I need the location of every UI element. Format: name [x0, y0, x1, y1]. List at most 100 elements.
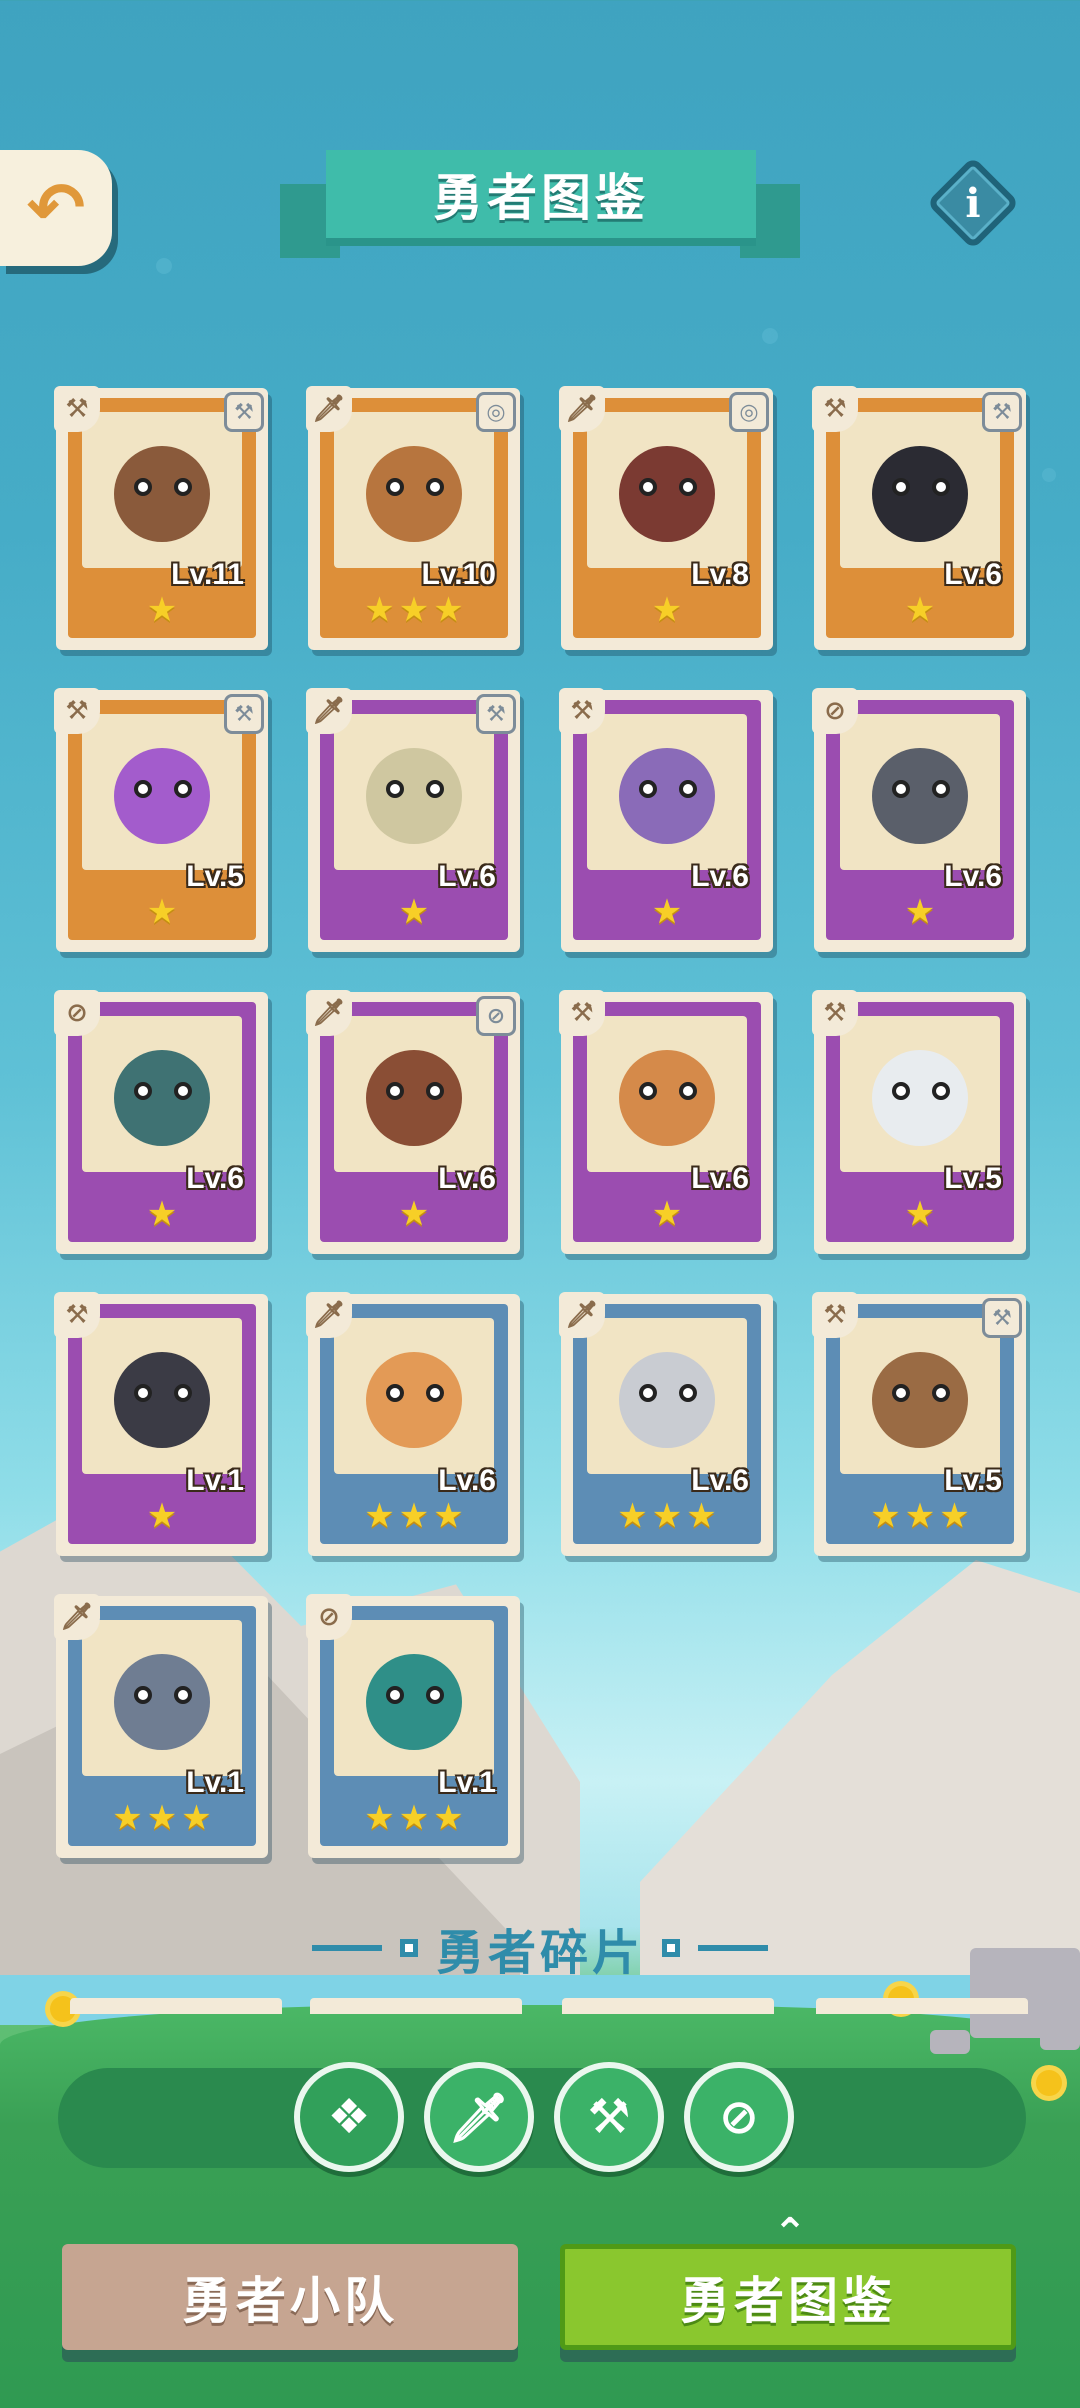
hero-card[interactable]: Lv.5 ★ ★ ★ ⚒ ⚒ — [812, 1292, 1026, 1556]
star-icon: ★ — [364, 1496, 395, 1536]
star-icon: ★ — [651, 1194, 683, 1234]
hero-level: Lv.6 — [691, 860, 749, 893]
hammer-filter-button[interactable]: ⚒ — [554, 2062, 664, 2172]
card-frame: Lv.1 ★ ★ ★ — [68, 1606, 256, 1846]
hero-card[interactable]: Lv.5 ★ ⚒ ⚒ — [54, 688, 268, 952]
tab-hero-collection[interactable]: 勇者图鉴 — [560, 2244, 1016, 2350]
info-button[interactable]: i — [926, 156, 1020, 250]
hero-card[interactable]: Lv.1 ★ ⚒ — [54, 1292, 268, 1556]
hammer-icon: ⚒ — [982, 392, 1022, 432]
hero-eye — [679, 478, 697, 496]
hero-card[interactable]: Lv.6 ★ 🗡 ⚒ — [306, 688, 520, 952]
sword-icon: 🗡 — [306, 386, 352, 432]
all-filter-button[interactable]: ❖ — [294, 2062, 404, 2172]
hero-face — [366, 446, 462, 542]
hero-face — [872, 1050, 968, 1146]
star-rating: ★ ★ ★ — [826, 1496, 1014, 1536]
hero-eye — [639, 478, 657, 496]
hero-card[interactable]: Lv.6 ★ ⚒ — [559, 990, 773, 1254]
hero-eye — [174, 1686, 192, 1704]
hero-card[interactable]: Lv.6 ★ ⚒ ⚒ — [812, 386, 1026, 650]
hero-card[interactable]: Lv.1 ★ ★ ★ 🗡 — [54, 1594, 268, 1858]
star-rating: ★ — [573, 892, 761, 932]
hero-eye — [892, 1384, 910, 1402]
star-icon: ★ — [398, 892, 430, 932]
hero-eye — [679, 1384, 697, 1402]
hero-face — [872, 1352, 968, 1448]
role-filter-bar — [58, 2068, 1026, 2168]
fragment-card-peek[interactable] — [562, 1998, 774, 2014]
hero-eye — [426, 1082, 444, 1100]
card-frame: Lv.5 ★ ★ ★ — [826, 1304, 1014, 1544]
hero-eye — [426, 1384, 444, 1402]
hammer-icon: ⚒ — [559, 990, 605, 1036]
hero-eye — [679, 1082, 697, 1100]
hammer-icon: ⚒ — [54, 386, 100, 432]
sword-filter-button[interactable]: 🗡 — [424, 2062, 534, 2172]
back-arrow-icon: ↶ — [26, 167, 86, 249]
hero-card[interactable]: Lv.6 ★ 🗡 ⊘ — [306, 990, 520, 1254]
hero-level: Lv.6 — [438, 1464, 496, 1497]
hero-card[interactable]: Lv.1 ★ ★ ★ ⊘ — [306, 1594, 520, 1858]
fragments-title: 勇者碎片 — [435, 1925, 644, 1981]
divider-dot — [399, 1939, 418, 1957]
card-frame: Lv.6 ★ — [826, 700, 1014, 940]
hero-eye — [134, 478, 152, 496]
hero-eye — [426, 478, 444, 496]
divider — [698, 1945, 768, 1951]
hero-eye — [932, 478, 950, 496]
hero-eye — [386, 1384, 404, 1402]
card-frame: Lv.6 ★ — [68, 1002, 256, 1242]
star-rating: ★ ★ ★ — [573, 1496, 761, 1536]
tab-hero-team[interactable]: 勇者小队 — [62, 2244, 518, 2350]
hero-card[interactable]: Lv.6 ★ ⚒ — [559, 688, 773, 952]
star-icon: ★ — [398, 1798, 430, 1838]
hero-eye — [174, 780, 192, 798]
diamond-grid-icon: ❖ — [327, 2089, 371, 2145]
hero-card[interactable]: Lv.11 ★ ⚒ ⚒ — [54, 386, 268, 650]
bubble-decoration — [156, 258, 172, 274]
star-icon: ★ — [146, 590, 178, 630]
hero-level: Lv.5 — [186, 860, 244, 893]
hero-face — [366, 1050, 462, 1146]
hero-level: Lv.1 — [438, 1766, 496, 1799]
hero-eye — [134, 1082, 152, 1100]
hero-card[interactable]: Lv.10 ★ ★ ★ 🗡 ◎ — [306, 386, 520, 650]
hero-card[interactable]: Lv.5 ★ ⚒ — [812, 990, 1026, 1254]
hero-eye — [134, 780, 152, 798]
hammer-icon: ⚒ — [812, 386, 858, 432]
hero-portrait — [334, 412, 494, 568]
hero-card[interactable]: Lv.6 ★ ★ ★ 🗡 — [559, 1292, 773, 1556]
star-rating: ★ — [320, 892, 508, 932]
hero-level: Lv.1 — [186, 1464, 244, 1497]
hero-card[interactable]: Lv.6 ★ ★ ★ 🗡 — [306, 1292, 520, 1556]
divider-dot — [662, 1939, 680, 1957]
hero-level: Lv.5 — [944, 1162, 1002, 1195]
hammer-icon: ⚒ — [812, 1292, 858, 1338]
star-icon: ★ — [433, 1496, 464, 1536]
star-rating: ★ — [573, 590, 761, 630]
fragment-card-peek[interactable] — [70, 1998, 282, 2014]
fragment-card-peek[interactable] — [816, 1998, 1028, 2014]
hero-card[interactable]: Lv.6 ★ ⊘ — [54, 990, 268, 1254]
card-frame: Lv.6 ★ ★ ★ — [573, 1304, 761, 1544]
star-icon: ★ — [181, 1798, 212, 1838]
hero-face — [872, 446, 968, 542]
hero-card[interactable]: Lv.8 ★ 🗡 ◎ — [559, 386, 773, 650]
star-icon: ★ — [904, 1496, 936, 1536]
hammer-icon: ⚒ — [54, 688, 100, 734]
info-icon: i — [965, 179, 981, 227]
compass-filter-button[interactable]: ⊘ — [684, 2062, 794, 2172]
flower-decoration — [1036, 2070, 1062, 2096]
hero-level: Lv.5 — [944, 1464, 1002, 1497]
hero-portrait — [82, 412, 242, 568]
hero-face — [619, 446, 715, 542]
card-frame: Lv.6 ★ ★ ★ — [320, 1304, 508, 1544]
hero-card[interactable]: Lv.6 ★ ⊘ — [812, 688, 1026, 952]
back-button[interactable]: ↶ — [0, 150, 112, 266]
hero-portrait — [334, 714, 494, 870]
fragment-card-peek[interactable] — [310, 1998, 522, 2014]
hero-portrait — [334, 1016, 494, 1172]
card-frame: Lv.1 ★ — [68, 1304, 256, 1544]
hero-eye — [932, 1082, 950, 1100]
